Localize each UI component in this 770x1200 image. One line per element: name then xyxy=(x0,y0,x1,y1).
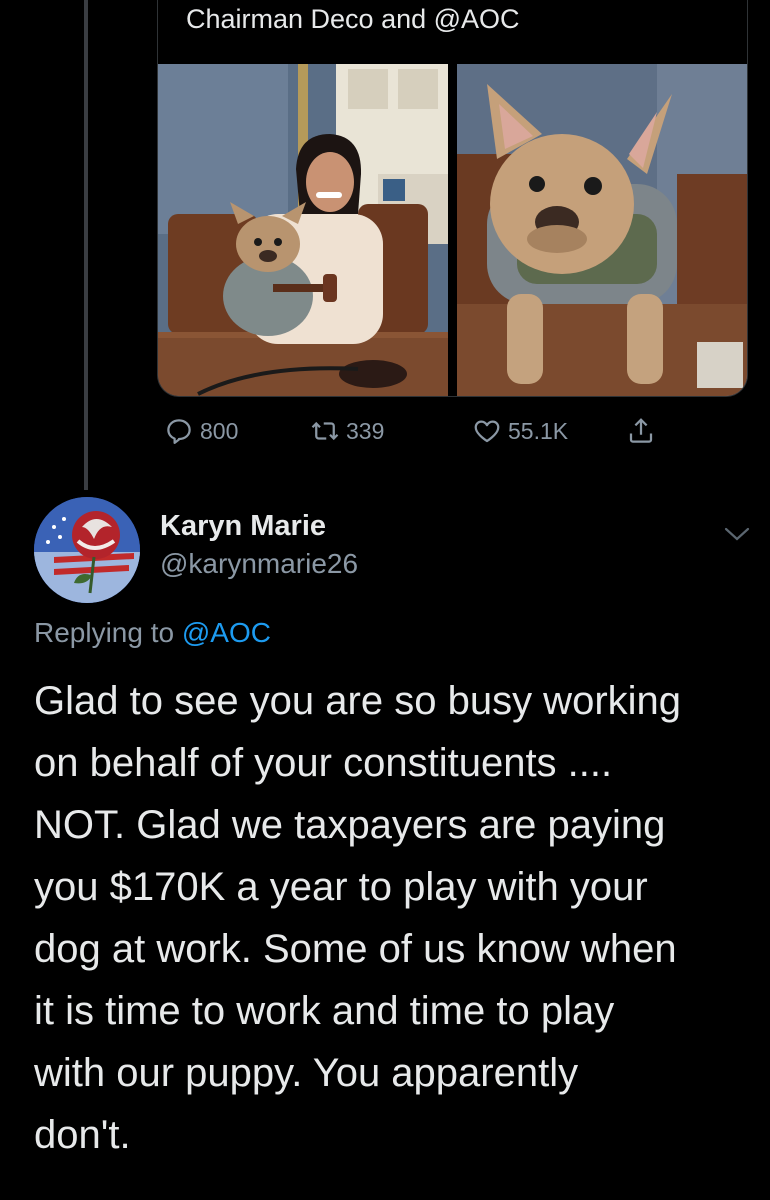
parent-tweet-text: Chairman Deco and @AOC xyxy=(186,4,520,34)
parent-tweet-card[interactable]: Chairman Deco and @AOC xyxy=(157,0,748,397)
more-options-button[interactable] xyxy=(722,522,752,546)
media-grid xyxy=(158,64,747,396)
tweet-action-bar: 800 339 55.1K xyxy=(160,410,680,454)
photo-dog-on-desk-image xyxy=(457,64,747,396)
reply-icon xyxy=(167,419,191,444)
retweet-icon xyxy=(311,421,339,441)
thread-connector-line xyxy=(84,0,88,490)
reply-tweet-text: Glad to see you are so busy working on b… xyxy=(34,679,682,1157)
reply-count: 800 xyxy=(200,417,239,444)
like-count: 55.1K xyxy=(508,417,569,444)
replying-to-handle-link[interactable]: @AOC xyxy=(182,617,271,648)
reply-button[interactable]: 800 xyxy=(164,416,238,446)
retweet-count: 339 xyxy=(346,417,385,444)
chevron-down-icon xyxy=(724,527,750,541)
replying-to-line: Replying to @AOC xyxy=(34,617,271,649)
like-button[interactable]: 55.1K xyxy=(472,416,568,446)
reply-handle[interactable]: @karynmarie26 xyxy=(160,548,358,580)
share-button[interactable] xyxy=(626,416,656,446)
tweet-thread-view: Chairman Deco and @AOC 800 339 55.1K Kar… xyxy=(0,0,770,1200)
reply-display-name[interactable]: Karyn Marie xyxy=(160,510,326,543)
avatar-rose-flag-image xyxy=(34,497,140,603)
like-icon xyxy=(474,420,500,443)
share-icon xyxy=(629,418,653,443)
replying-to-label: Replying to xyxy=(34,617,182,648)
photo-woman-with-dog[interactable] xyxy=(158,64,448,396)
photo-woman-with-dog-image xyxy=(158,64,448,396)
photo-dog-on-desk[interactable] xyxy=(457,64,747,396)
retweet-button[interactable]: 339 xyxy=(310,416,384,446)
avatar[interactable] xyxy=(34,497,140,603)
